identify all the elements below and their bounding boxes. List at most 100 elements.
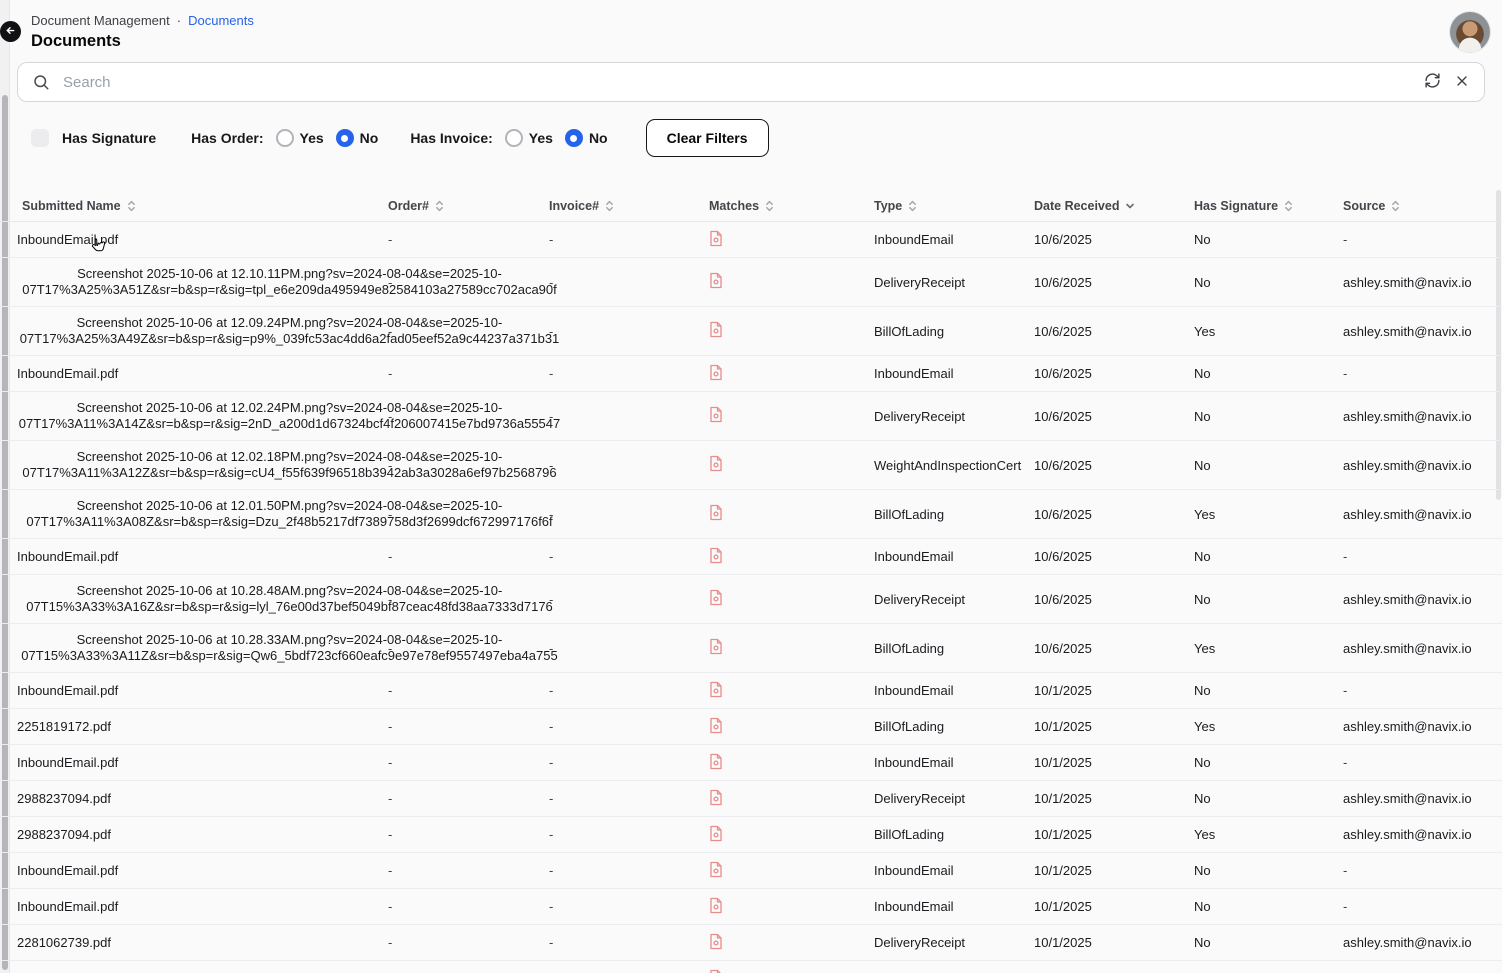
submitted-name-cell[interactable]: Screenshot 2025-10-06 at 12.02.18PM.png?… <box>0 449 375 482</box>
clear-filters-button[interactable]: Clear Filters <box>646 119 769 157</box>
has-signature-checkbox[interactable] <box>31 129 49 147</box>
user-avatar[interactable] <box>1450 12 1490 52</box>
table-row[interactable]: 2281062739.pdf - - DeliveryReceipt 10/1/… <box>0 925 1502 961</box>
matches-cell[interactable] <box>696 638 861 658</box>
matches-cell[interactable] <box>696 825 861 845</box>
matches-cell[interactable] <box>696 681 861 701</box>
breadcrumb-parent[interactable]: Document Management <box>31 13 170 28</box>
invoice-cell: - <box>536 755 696 770</box>
table-row[interactable]: InboundEmail.pdf - - InboundEmail 10/1/2… <box>0 853 1502 889</box>
table-row[interactable]: Screenshot 2025-10-06 at 12.10.11PM.png?… <box>0 258 1502 307</box>
source-cell: ashley.smith@navix.io <box>1330 275 1502 290</box>
has-order-no-radio[interactable] <box>336 129 354 147</box>
invoice-cell: - <box>536 366 696 381</box>
order-cell: - <box>375 827 536 842</box>
submitted-name-cell[interactable]: 2988237094.pdf <box>0 791 375 806</box>
submitted-name-cell[interactable]: 2251819172.pdf <box>0 719 375 734</box>
column-header[interactable]: Type <box>861 199 1021 213</box>
has-invoice-yes-label[interactable]: Yes <box>529 130 553 146</box>
search-icon <box>32 73 50 91</box>
matches-cell[interactable] <box>696 969 861 973</box>
submitted-name-cell[interactable]: InboundEmail.pdf <box>0 683 375 698</box>
submitted-name-cell[interactable]: InboundEmail.pdf <box>0 899 375 914</box>
order-cell: - <box>375 755 536 770</box>
matches-cell[interactable] <box>696 504 861 524</box>
breadcrumb-current[interactable]: Documents <box>188 13 254 28</box>
pdf-document-icon <box>709 638 723 658</box>
matches-cell[interactable] <box>696 717 861 737</box>
table-row[interactable]: InboundEmail.pdf - - InboundEmail 10/1/2… <box>0 745 1502 781</box>
table-row[interactable]: InboundEmail.pdf - - InboundEmail 10/1/2… <box>0 889 1502 925</box>
submitted-name-cell[interactable]: Screenshot 2025-10-06 at 12.02.24PM.png?… <box>0 400 375 433</box>
order-cell: - <box>375 275 536 290</box>
column-header[interactable]: Invoice# <box>536 199 696 213</box>
matches-cell[interactable] <box>696 455 861 475</box>
column-header[interactable]: Order# <box>375 199 536 213</box>
matches-cell[interactable] <box>696 547 861 567</box>
source-cell: ashley.smith@navix.io <box>1330 827 1502 842</box>
submitted-name-cell[interactable]: 2281062739.pdf <box>0 935 375 950</box>
sort-icon <box>605 199 614 213</box>
type-cell: BillOfLading <box>861 324 1021 339</box>
sort-icon <box>1391 199 1400 213</box>
submitted-name-cell[interactable]: InboundEmail.pdf <box>0 549 375 564</box>
type-cell: InboundEmail <box>861 683 1021 698</box>
submitted-name-cell[interactable]: InboundEmail.pdf <box>0 755 375 770</box>
type-cell: InboundEmail <box>861 863 1021 878</box>
table-row[interactable]: InboundEmail.pdf - - InboundEmail 10/6/2… <box>0 356 1502 392</box>
table-row[interactable]: InboundEmail.pdf - - InboundEmail 10/1/2… <box>0 673 1502 709</box>
matches-cell[interactable] <box>696 321 861 341</box>
submitted-name-cell[interactable]: Screenshot 2025-10-06 at 10.28.48AM.png?… <box>0 583 375 616</box>
search-input[interactable] <box>63 74 1411 91</box>
table-row[interactable]: Screenshot 2025-10-06 at 12.02.24PM.png?… <box>0 392 1502 441</box>
table-row[interactable]: InboundEmail.pdf - - InboundEmail 10/6/2… <box>0 539 1502 575</box>
column-header[interactable]: Submitted Name <box>0 199 375 213</box>
column-header[interactable]: Matches <box>696 199 861 213</box>
refresh-button[interactable] <box>1424 72 1441 92</box>
column-header[interactable]: Date Received <box>1021 199 1181 213</box>
column-header[interactable]: Has Signature <box>1181 199 1330 213</box>
has-order-yes-radio[interactable] <box>276 129 294 147</box>
table-row[interactable]: Screenshot 2025-10-06 at 10.28.33AM.png?… <box>0 624 1502 673</box>
matches-cell[interactable] <box>696 753 861 773</box>
table-row[interactable]: 2281062739.pdf - - BillOfLading 10/1/202… <box>0 961 1502 973</box>
has-order-no-label[interactable]: No <box>360 130 379 146</box>
submitted-name-cell[interactable]: InboundEmail.pdf <box>0 366 375 381</box>
matches-cell[interactable] <box>696 364 861 384</box>
submitted-name-cell[interactable]: 2988237094.pdf <box>0 827 375 842</box>
has-signature-cell: No <box>1181 791 1330 806</box>
has-invoice-no-radio[interactable] <box>565 129 583 147</box>
table-row[interactable]: Screenshot 2025-10-06 at 12.01.50PM.png?… <box>0 490 1502 539</box>
table-row[interactable]: 2251819172.pdf - - BillOfLading 10/1/202… <box>0 709 1502 745</box>
has-order-yes-label[interactable]: Yes <box>300 130 324 146</box>
matches-cell[interactable] <box>696 272 861 292</box>
submitted-name-cell[interactable]: Screenshot 2025-10-06 at 12.10.11PM.png?… <box>0 266 375 299</box>
matches-cell[interactable] <box>696 589 861 609</box>
matches-cell[interactable] <box>696 861 861 881</box>
submitted-name-cell[interactable]: Screenshot 2025-10-06 at 10.28.33AM.png?… <box>0 632 375 665</box>
submitted-name-cell[interactable]: InboundEmail.pdf <box>0 863 375 878</box>
order-cell: - <box>375 232 536 247</box>
date-received-cell: 10/6/2025 <box>1021 458 1181 473</box>
breadcrumb: Document Management · Documents <box>31 13 254 28</box>
matches-cell[interactable] <box>696 230 861 250</box>
has-invoice-yes-radio[interactable] <box>505 129 523 147</box>
submitted-name-cell[interactable]: Screenshot 2025-10-06 at 12.01.50PM.png?… <box>0 498 375 531</box>
table-row[interactable]: 2988237094.pdf - - DeliveryReceipt 10/1/… <box>0 781 1502 817</box>
table-row[interactable]: InboundEmail.pdf - - InboundEmail 10/6/2… <box>0 222 1502 258</box>
matches-cell[interactable] <box>696 933 861 953</box>
matches-cell[interactable] <box>696 897 861 917</box>
matches-cell[interactable] <box>696 406 861 426</box>
submitted-name-cell[interactable]: Screenshot 2025-10-06 at 12.09.24PM.png?… <box>0 315 375 348</box>
back-button[interactable] <box>0 21 21 42</box>
table-row[interactable]: Screenshot 2025-10-06 at 12.09.24PM.png?… <box>0 307 1502 356</box>
table-row[interactable]: Screenshot 2025-10-06 at 12.02.18PM.png?… <box>0 441 1502 490</box>
submitted-name-cell[interactable]: InboundEmail.pdf <box>0 232 375 247</box>
table-row[interactable]: 2988237094.pdf - - BillOfLading 10/1/202… <box>0 817 1502 853</box>
has-invoice-no-label[interactable]: No <box>589 130 608 146</box>
column-header[interactable]: Source <box>1330 199 1502 213</box>
table-row[interactable]: Screenshot 2025-10-06 at 10.28.48AM.png?… <box>0 575 1502 624</box>
clear-search-button[interactable] <box>1454 73 1470 92</box>
order-cell: - <box>375 324 536 339</box>
matches-cell[interactable] <box>696 789 861 809</box>
